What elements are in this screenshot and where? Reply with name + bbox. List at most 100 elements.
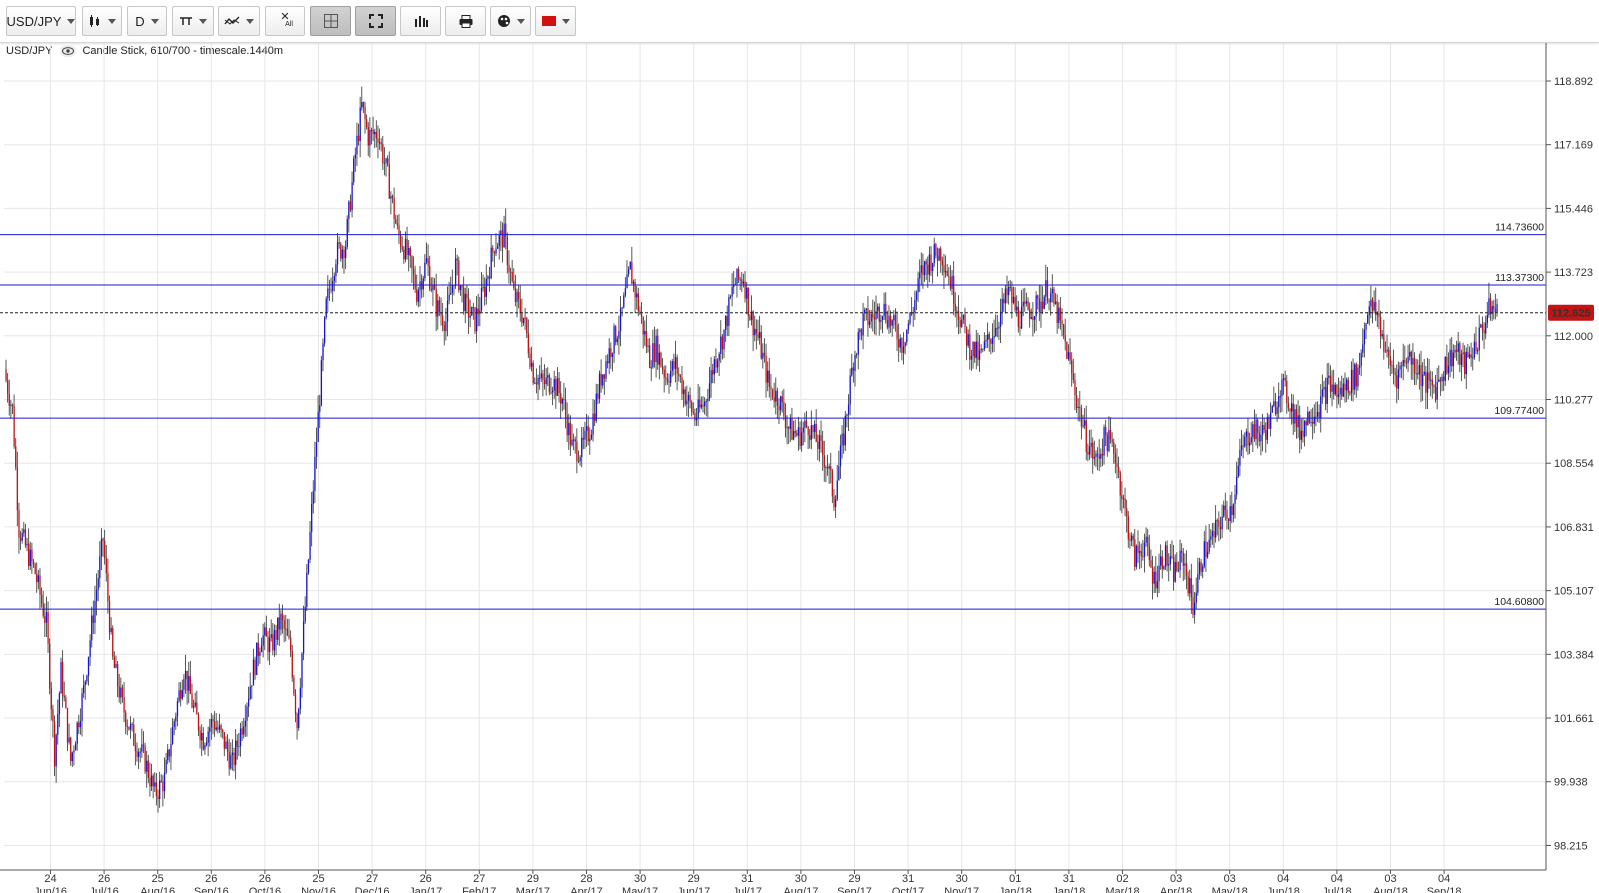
candle-body [210,718,213,728]
candle-body [1341,387,1343,397]
candle-body [1200,562,1202,572]
candle-body [797,427,800,436]
candle-body [247,698,250,707]
candle-body [1145,536,1147,543]
candle-body [582,437,585,440]
candle-body [312,491,314,504]
candle-body [645,330,648,347]
candle-body [487,276,489,280]
candle-body [503,223,505,248]
candle-body [18,510,20,538]
candle-body [1037,295,1039,299]
candle-body [763,352,766,356]
x-tick-day: 01 [1009,873,1021,885]
candle-body [1266,417,1269,440]
candle-body [1151,567,1154,584]
candle-body [1232,503,1235,516]
candle-body [378,142,381,144]
candle-body [935,244,937,256]
candle-body [1211,531,1214,537]
candle-body [1494,308,1497,312]
candle-body [647,345,649,347]
candle-body [416,289,418,302]
candle-body [940,248,942,261]
candle-body [154,782,156,787]
candle-body [31,549,33,562]
candle-body [1074,379,1076,396]
candle-body [459,285,462,291]
y-tick-label: 110.277 [1554,395,1593,407]
candle-body [121,687,124,697]
candle-body [585,426,588,431]
candle-body [1409,351,1411,357]
candle-body [1391,365,1393,367]
candle-body [370,129,373,131]
candle-body [673,361,675,369]
candle-body [1316,412,1319,417]
candle-body [705,401,707,403]
candle-body [749,315,751,320]
candle-body [560,393,562,404]
x-tick-day: 02 [1116,873,1128,885]
candle-body [556,378,559,396]
candle-body [454,258,457,286]
candle-body [792,430,795,440]
candle-body [1008,286,1010,296]
candle-body [925,261,927,265]
candle-body [1349,392,1351,394]
candle-body [868,321,871,325]
candle-body [1282,378,1285,380]
y-tick-label: 115.446 [1554,203,1593,215]
candle-body [794,430,796,434]
candle-body [456,258,458,261]
candle-body [81,693,83,721]
candle-body [493,251,496,254]
candle-body [1231,506,1233,516]
candle-body [32,561,35,565]
candle-body [433,285,436,290]
candle-body [1067,352,1070,359]
candle-body [322,343,324,361]
candle-body [351,182,353,211]
candle-body [915,292,918,301]
candle-body [333,275,335,282]
candle-body [142,744,145,747]
candle-body [91,615,93,641]
candle-body [511,272,513,282]
candle-body [878,306,880,322]
candle-body [107,573,109,602]
candle-body [1255,419,1257,440]
candle-body [640,313,643,317]
candle-body [317,411,319,442]
candle-body [1075,395,1078,409]
candle-body [1156,581,1159,589]
x-tick-month: Dec/16 [355,886,390,893]
candle-body [825,466,827,468]
candle-body [1417,373,1419,375]
candle-body [277,617,279,640]
candle-body [1184,563,1186,566]
candle-body [236,740,238,747]
candle-body [616,338,618,343]
candle-body [37,575,40,583]
candle-body [8,394,10,406]
candle-body [1389,356,1391,366]
candle-body [419,281,421,291]
candle-body [581,437,583,458]
y-tick-label: 108.554 [1554,458,1594,470]
candle-body [1203,541,1205,567]
candle-body [293,677,295,694]
candle-body [1328,375,1330,378]
candle-body [987,334,989,340]
candle-body [1160,556,1162,566]
candle-body [346,218,348,248]
candle-body [1454,349,1456,353]
candle-body [1137,545,1139,553]
candle-body [1208,539,1210,552]
candle-body [275,630,277,640]
candle-body [1063,324,1065,336]
candle-body [657,335,659,365]
candle-body [573,439,575,441]
price-chart[interactable]: 114.73600 113.37300 109.77400 104.60800 112.… [0,0,1599,893]
candle-body [325,298,327,318]
